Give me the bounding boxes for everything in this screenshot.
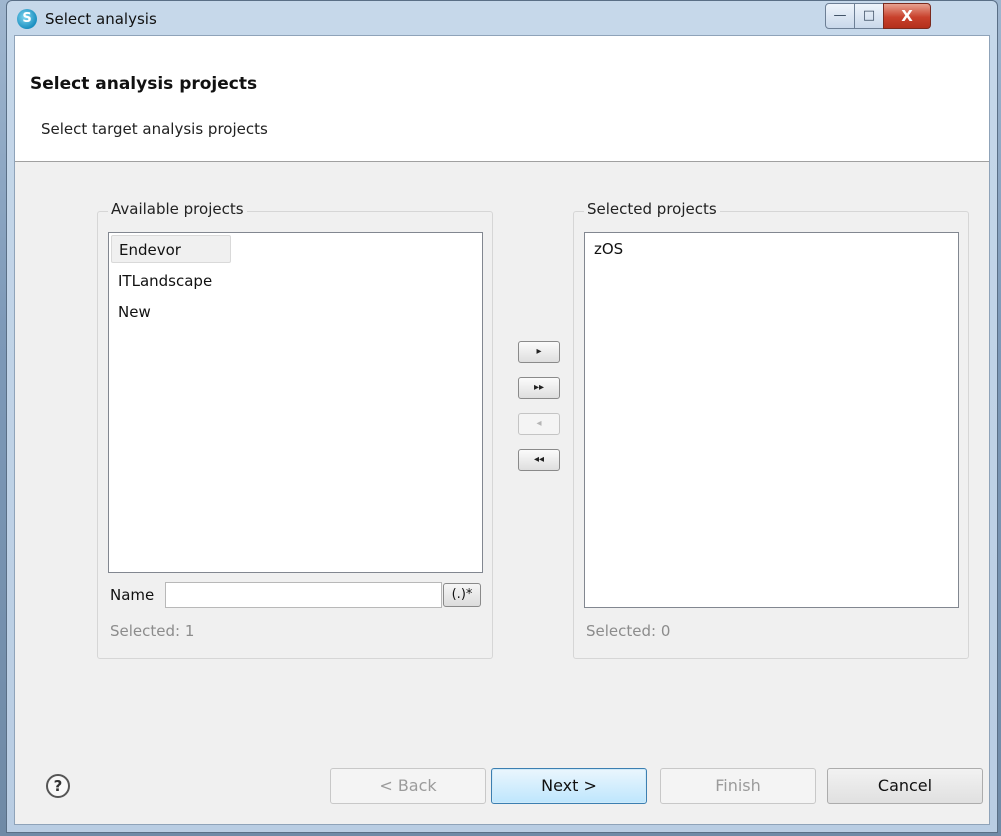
back-button[interactable]: < Back	[330, 768, 486, 804]
selected-projects-group: Selected projects zOS Selected: 0	[573, 200, 969, 659]
name-filter-label: Name	[110, 586, 155, 604]
dialog-client-area: Select analysis projects Select target a…	[14, 35, 990, 825]
maximize-button[interactable]: □	[854, 3, 884, 29]
add-selected-button[interactable]: ▸	[518, 341, 560, 363]
add-all-button[interactable]: ▸▸	[518, 377, 560, 399]
help-icon[interactable]: ?	[46, 774, 70, 798]
remove-all-button[interactable]: ◂◂	[518, 449, 560, 471]
remove-selected-button[interactable]: ◂	[518, 413, 560, 435]
title-bar[interactable]: S Select analysis — □ X	[7, 1, 997, 35]
page-title: Select analysis projects	[30, 74, 258, 94]
page-subtitle: Select target analysis projects	[41, 120, 268, 138]
dialog-window: S Select analysis — □ X Select analysis …	[6, 0, 998, 833]
next-button[interactable]: Next >	[491, 768, 647, 804]
minimize-button[interactable]: —	[825, 3, 855, 29]
selected-projects-list[interactable]: zOS	[584, 232, 959, 608]
list-item[interactable]: zOS	[587, 235, 623, 263]
list-item[interactable]: New	[111, 298, 151, 326]
window-title: Select analysis	[45, 10, 157, 28]
selected-projects-label: Selected projects	[584, 200, 720, 218]
available-projects-label: Available projects	[108, 200, 247, 218]
close-button[interactable]: X	[883, 3, 931, 29]
list-item[interactable]: Endevor	[111, 235, 231, 263]
name-filter-input[interactable]	[165, 582, 442, 608]
app-logo-icon: S	[17, 9, 37, 29]
available-projects-group: Available projects Endevor ITLandscape N…	[97, 200, 493, 659]
regex-toggle-button[interactable]: (.)*	[443, 583, 481, 607]
finish-button[interactable]: Finish	[660, 768, 816, 804]
available-selected-count: Selected: 1	[110, 622, 195, 640]
wizard-header: Select analysis projects Select target a…	[15, 36, 989, 162]
selected-selected-count: Selected: 0	[586, 622, 671, 640]
cancel-button[interactable]: Cancel	[827, 768, 983, 804]
available-projects-list[interactable]: Endevor ITLandscape New	[108, 232, 483, 573]
list-item[interactable]: ITLandscape	[111, 267, 212, 295]
